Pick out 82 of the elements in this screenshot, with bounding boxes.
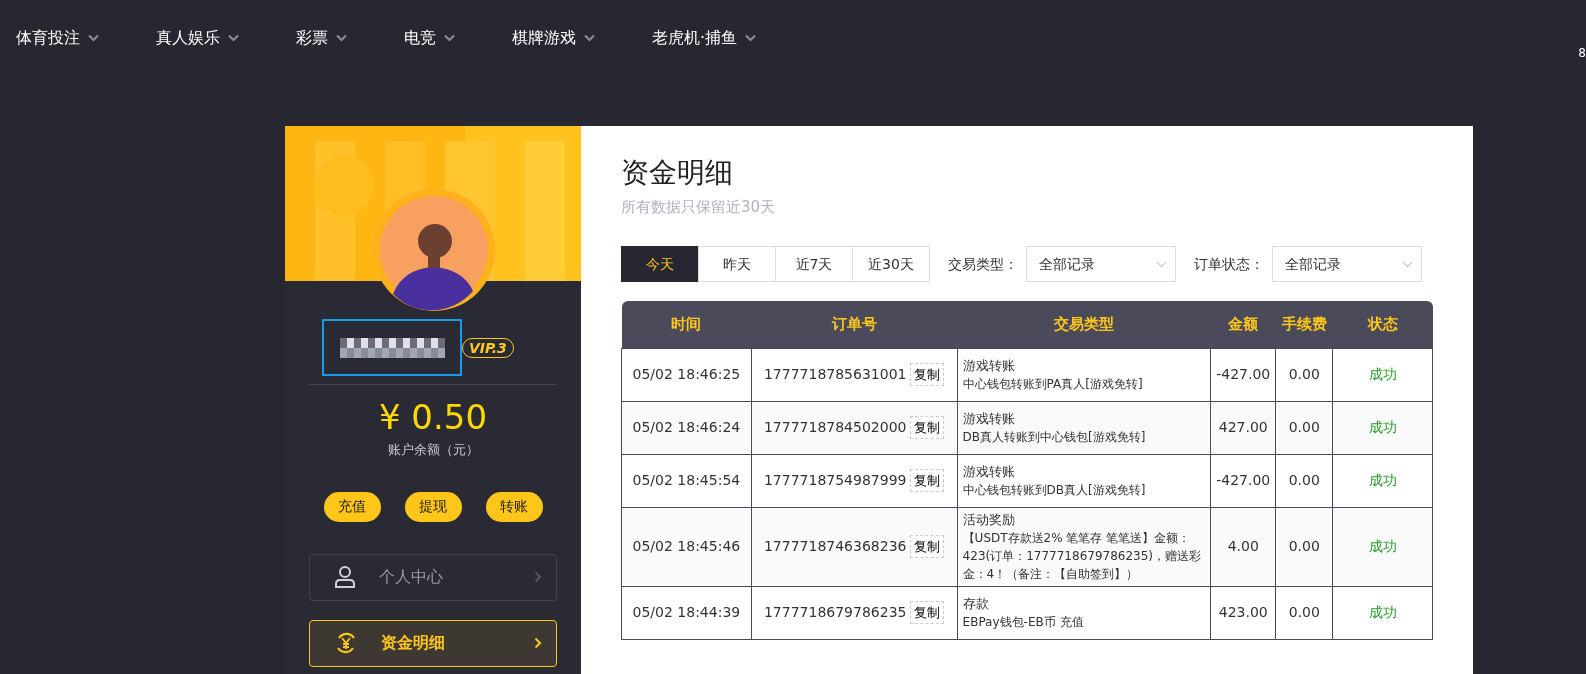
filter-label: 交易类型： (948, 254, 1018, 274)
chevron-icon (534, 571, 542, 584)
transaction-type: 存款 (962, 594, 990, 613)
status-text: 成功 (1368, 472, 1397, 489)
table-cell: 05/02 18:46:25 (621, 348, 752, 402)
transaction-type: 游戏转账 (962, 462, 1016, 481)
date-range-tab[interactable]: 近7天 (775, 246, 853, 283)
table-cell: 4.00 (1210, 507, 1276, 587)
chevron-icon (534, 637, 542, 650)
menu-item[interactable]: 个人中心 (309, 553, 557, 601)
action-button[interactable]: 转账 (485, 491, 543, 522)
column-header: 时间 (621, 301, 752, 349)
caret-icon (444, 34, 455, 42)
caret-icon (1156, 260, 1167, 268)
column-header: 交易类型 (957, 301, 1211, 349)
transaction-detail: 【USDT存款送2% 笔笔存 笔笔送】金额：423(订单：1777718679786235)，赠送彩金：4！（备注：【自助签到】） (962, 529, 1203, 583)
copy-button[interactable]: 复制 (910, 600, 945, 625)
table-cell: 0.00 (1275, 454, 1333, 508)
caret-icon (88, 34, 99, 42)
action-button[interactable]: 提现 (404, 491, 462, 522)
edge-text: 8 (1578, 45, 1586, 62)
filter-select[interactable]: 全部记录 (1272, 246, 1422, 283)
table-cell: -427.00 (1210, 348, 1276, 402)
nav-menu[interactable]: 老虎机·捕鱼 (652, 26, 757, 50)
copy-button[interactable]: 复制 (910, 468, 945, 493)
action-button[interactable]: 充值 (323, 491, 381, 522)
order-number: 1777718785631001 (763, 365, 907, 382)
nav-menu[interactable]: 电竞 (404, 26, 455, 50)
yen-coin-icon (335, 632, 357, 655)
caret-icon (584, 34, 595, 42)
transaction-type: 活动奖励 (962, 510, 1016, 529)
column-header: 手续费 (1275, 301, 1333, 349)
copy-button[interactable]: 复制 (910, 415, 945, 440)
table-cell: 0.00 (1275, 401, 1333, 455)
table-cell: 05/02 18:46:24 (621, 401, 752, 455)
balance-label: 账户余额（元） (387, 441, 479, 460)
table-cell: 05/02 18:44:39 (621, 586, 752, 640)
balance-amount: ¥ 0.50 (378, 399, 488, 437)
caret-icon (336, 34, 347, 42)
nav-menu[interactable]: 棋牌游戏 (512, 26, 595, 50)
column-header: 金额 (1210, 301, 1276, 349)
order-number: 1777718679786235 (763, 603, 907, 620)
copy-button[interactable]: 复制 (910, 534, 945, 559)
transaction-type: 游戏转账 (962, 356, 1016, 375)
table-cell: 427.00 (1210, 401, 1276, 455)
transaction-detail: DB真人转账到中心钱包[游戏免转] (962, 428, 1147, 446)
date-range-tab[interactable]: 今天 (621, 246, 699, 283)
date-range-tab[interactable]: 近30天 (852, 246, 930, 283)
filter-label: 订单状态： (1194, 254, 1264, 274)
person-icon (335, 566, 355, 589)
order-number: 1777718746368236 (763, 537, 907, 554)
order-number: 1777718784502000 (763, 418, 907, 435)
column-header: 订单号 (751, 301, 958, 349)
status-text: 成功 (1368, 604, 1397, 621)
column-header: 状态 (1332, 301, 1433, 349)
table-cell: 0.00 (1275, 586, 1333, 640)
nav-menu[interactable]: 真人娱乐 (156, 26, 239, 50)
table-cell: 05/02 18:45:54 (621, 454, 752, 508)
page-title: 资金明细 (621, 156, 734, 190)
transaction-detail: 中心钱包转账到PA真人[游戏免转] (962, 375, 1144, 393)
status-text: 成功 (1368, 419, 1397, 436)
caret-icon (1402, 260, 1413, 268)
transaction-type: 游戏转账 (962, 409, 1016, 428)
table-cell: -427.00 (1210, 454, 1276, 508)
caret-icon (745, 34, 757, 42)
copy-button[interactable]: 复制 (910, 362, 945, 387)
status-text: 成功 (1368, 538, 1397, 555)
status-text: 成功 (1368, 366, 1397, 383)
order-number: 1777718754987999 (763, 471, 907, 488)
table-cell: 0.00 (1275, 507, 1333, 587)
nav-menu[interactable]: 彩票 (296, 26, 347, 50)
filter-select[interactable]: 全部记录 (1026, 246, 1176, 283)
transaction-detail: 中心钱包转账到DB真人[游戏免转] (962, 481, 1147, 499)
caret-icon (228, 34, 239, 42)
nav-menu[interactable]: 体育投注 (16, 26, 99, 50)
page-subtitle: 所有数据只保留近30天 (621, 196, 777, 218)
menu-item[interactable]: 资金明细 (309, 619, 557, 667)
date-range-tab[interactable]: 昨天 (698, 246, 776, 283)
table-cell: 05/02 18:45:46 (621, 507, 752, 587)
transaction-detail: EBPay钱包-EB币 充值 (962, 613, 1085, 631)
table-cell: 0.00 (1275, 348, 1333, 402)
table-cell: 423.00 (1210, 586, 1276, 640)
